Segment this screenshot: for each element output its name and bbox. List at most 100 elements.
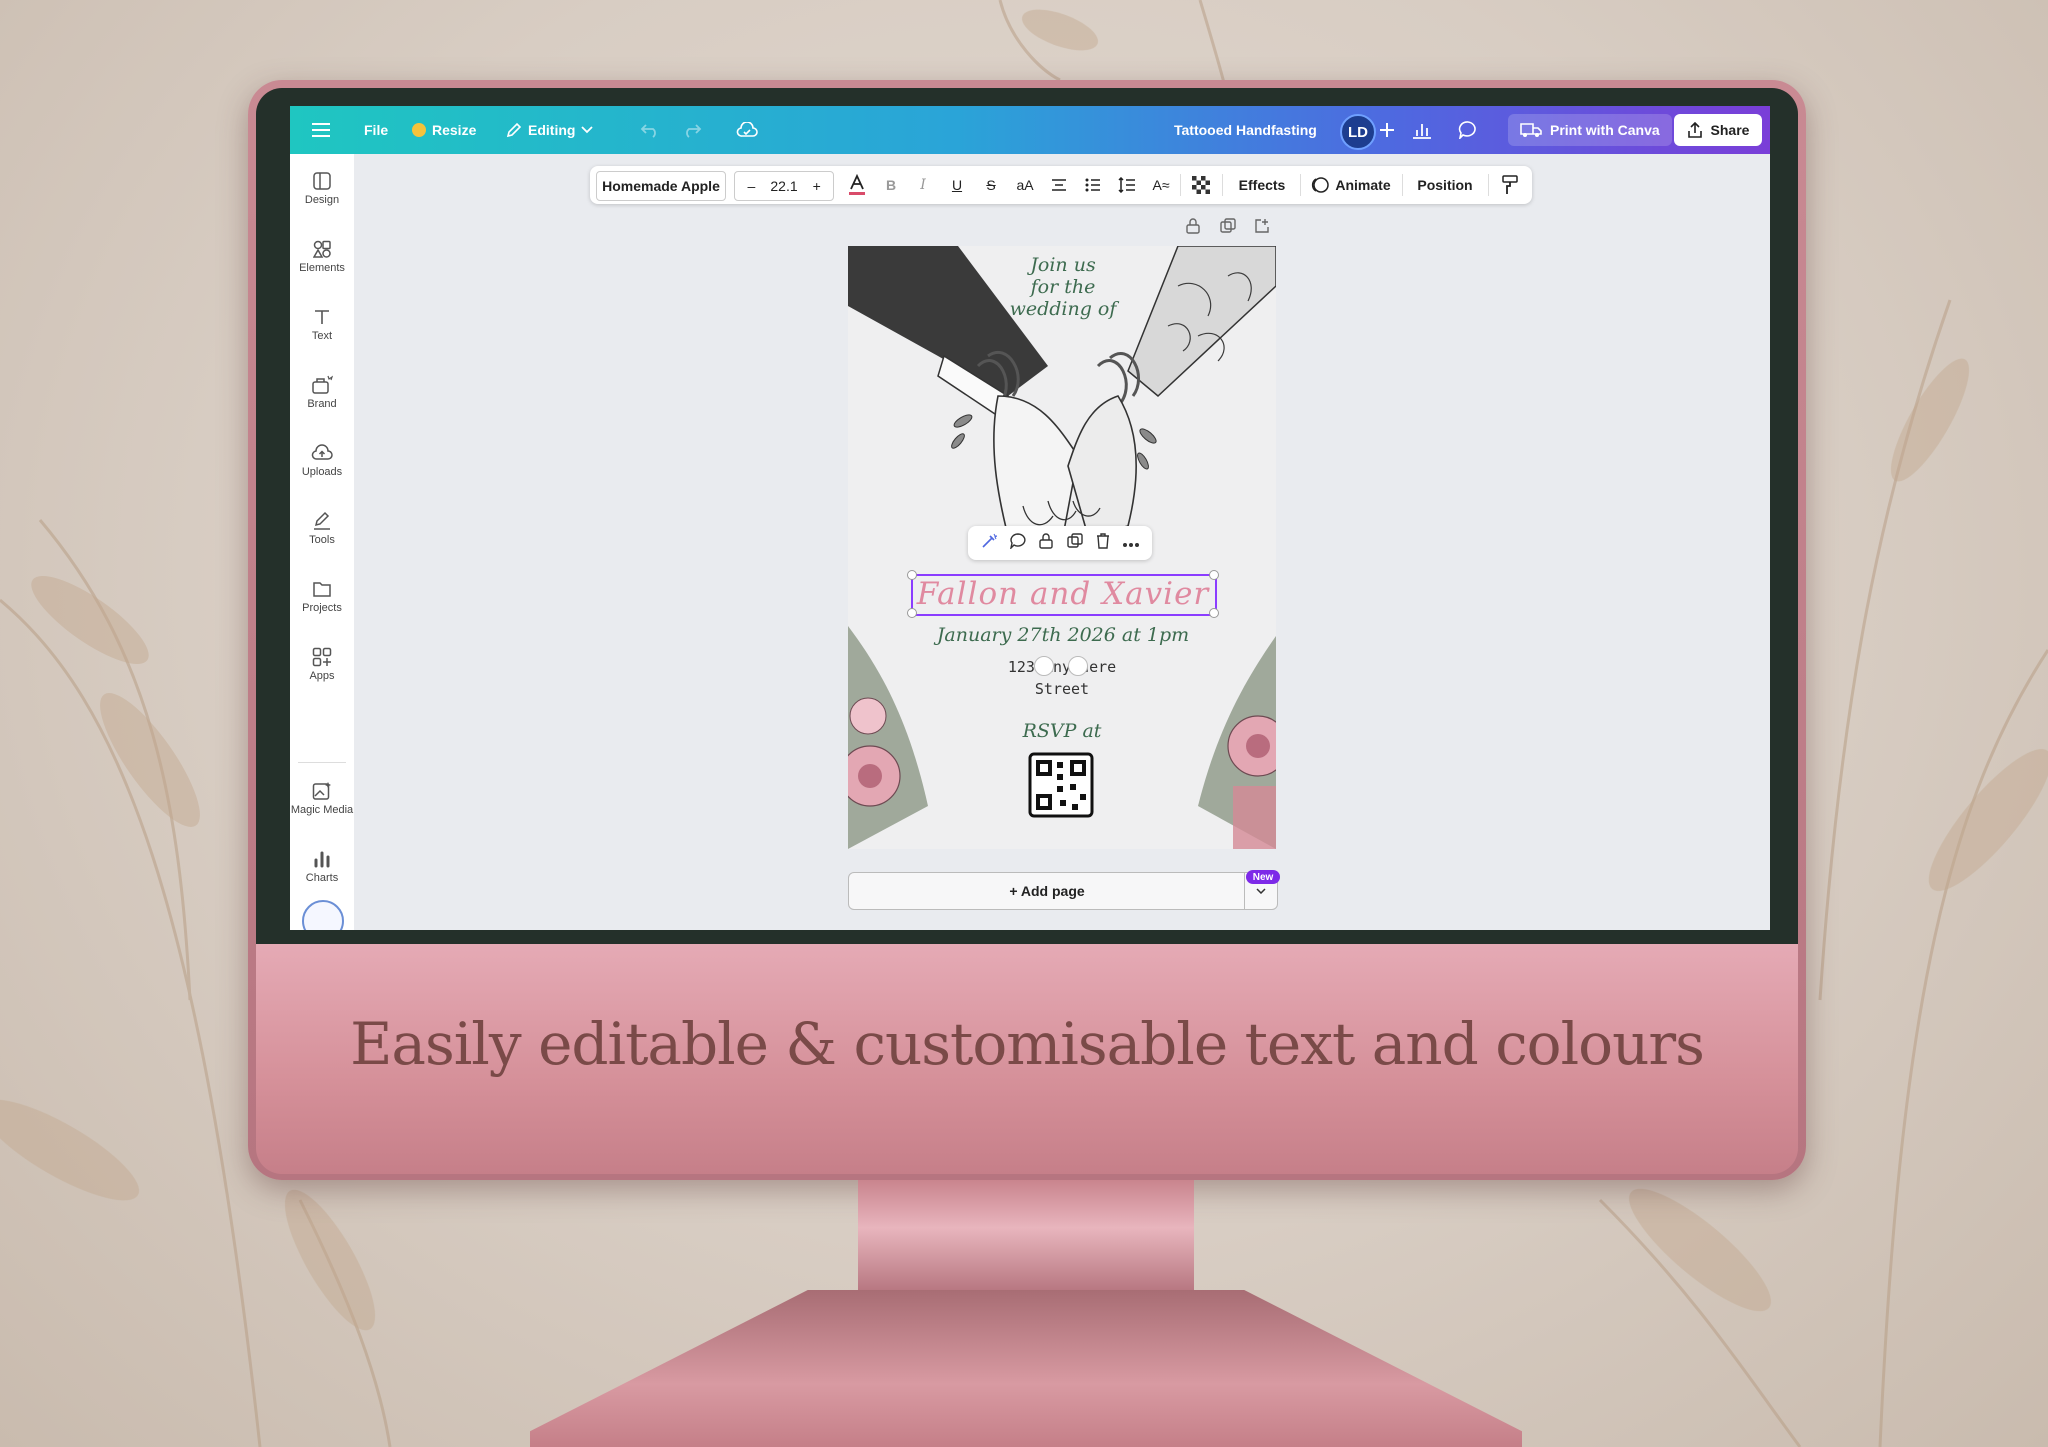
animate-button[interactable]: Animate: [1306, 166, 1396, 204]
bold-button[interactable]: B: [876, 166, 906, 204]
lock-element-button[interactable]: [1039, 532, 1054, 554]
lock-icon: [1039, 532, 1054, 549]
resize-handle[interactable]: [1209, 608, 1219, 618]
bar-chart-icon: [314, 851, 330, 868]
sidebar-item-apps[interactable]: Apps: [290, 644, 354, 682]
toolbar-divider: [1402, 174, 1403, 196]
intro-line-3: wedding of: [1009, 298, 1117, 320]
left-sidebar: Design Elements Text Brand Uploads Tools…: [290, 154, 354, 930]
lock-icon: [1186, 218, 1200, 234]
font-size-increase-button[interactable]: +: [800, 178, 833, 194]
rsvp-text[interactable]: RSVP at: [968, 720, 1156, 742]
share-label: Share: [1710, 122, 1750, 138]
italic-icon: I: [920, 177, 926, 193]
duplicate-page-button[interactable]: [1220, 218, 1236, 237]
add-page-above-button[interactable]: [1254, 218, 1270, 237]
text-format-toolbar: Homemade Apple – 22.1 + B I U S aA A≈ Ef…: [590, 166, 1532, 204]
copy-style-button[interactable]: [1494, 166, 1526, 204]
font-size-decrease-button[interactable]: –: [735, 178, 768, 194]
user-avatar[interactable]: LD: [1340, 114, 1376, 150]
pencil-icon: [506, 122, 522, 138]
add-page-icon: [1255, 219, 1269, 233]
sidebar-item-uploads[interactable]: Uploads: [290, 440, 354, 478]
sidebar-divider: [298, 762, 346, 763]
duplicate-icon: [1220, 218, 1236, 233]
toolbar-divider: [1488, 174, 1489, 196]
sidebar-item-label: Text: [311, 330, 333, 342]
sidebar-item-design[interactable]: Design: [290, 168, 354, 206]
comment-plus-icon: [1009, 532, 1026, 550]
folder-icon: [313, 582, 331, 597]
sidebar-item-tools[interactable]: Tools: [290, 508, 354, 546]
monitor-neck: [858, 1180, 1194, 1300]
print-with-canva-button[interactable]: Print with Canva: [1508, 114, 1672, 146]
redo-button[interactable]: [682, 106, 702, 154]
underline-button[interactable]: U: [942, 166, 972, 204]
italic-button[interactable]: I: [908, 166, 938, 204]
list-button[interactable]: [1078, 166, 1108, 204]
print-label: Print with Canva: [1550, 122, 1660, 138]
redo-icon: [686, 124, 702, 138]
add-page-label: + Add page: [1009, 883, 1085, 899]
invite-plus-button[interactable]: [1380, 106, 1394, 154]
sidebar-item-charts[interactable]: Charts: [290, 846, 354, 884]
upload-share-icon: [1687, 122, 1702, 138]
checkerboard-icon: [1192, 176, 1210, 194]
date-text[interactable]: January 27th 2026 at 1pm: [888, 624, 1238, 646]
sidebar-item-label: Apps: [309, 670, 335, 682]
spacing-button[interactable]: [1112, 166, 1142, 204]
position-button[interactable]: Position: [1408, 166, 1482, 204]
duplicate-icon: [1066, 532, 1083, 548]
move-handle[interactable]: [1068, 656, 1088, 676]
text-align-button[interactable]: [1044, 166, 1074, 204]
document-title[interactable]: Tattooed Handfasting: [1174, 106, 1317, 154]
bar-chart-icon: [1413, 124, 1431, 139]
plus-icon: [1380, 123, 1394, 137]
effects-button[interactable]: Effects: [1230, 166, 1294, 204]
text-style-button[interactable]: A≈: [1146, 166, 1176, 204]
resize-handle[interactable]: [1209, 570, 1219, 580]
resize-handle[interactable]: [907, 608, 917, 618]
sidebar-item-label: Tools: [309, 534, 335, 546]
resize-button[interactable]: Resize: [412, 106, 476, 154]
insights-button[interactable]: [1412, 106, 1432, 154]
add-page-button[interactable]: + Add page: [848, 872, 1278, 910]
magic-assistant-button[interactable]: [302, 900, 344, 930]
font-family-select[interactable]: Homemade Apple: [596, 171, 726, 201]
sidebar-item-brand[interactable]: Brand: [290, 372, 354, 410]
editing-mode-dropdown[interactable]: Editing: [506, 106, 594, 154]
element-context-toolbar: [968, 526, 1152, 560]
more-options-button[interactable]: [1123, 534, 1140, 552]
address-text[interactable]: 123 Anywhere Street: [948, 656, 1176, 700]
text-color-button[interactable]: [842, 166, 872, 204]
text-style-icon: A≈: [1152, 177, 1170, 193]
delete-element-button[interactable]: [1096, 532, 1110, 554]
shapes-icon: [313, 240, 331, 258]
sidebar-item-text[interactable]: Text: [290, 304, 354, 342]
font-size-input[interactable]: 22.1: [768, 178, 801, 194]
lock-page-button[interactable]: [1186, 218, 1200, 237]
sidebar-item-magic-media[interactable]: Magic Media: [290, 778, 354, 816]
undo-button[interactable]: [640, 106, 660, 154]
menu-button[interactable]: [312, 106, 330, 154]
comments-button[interactable]: [1458, 106, 1478, 154]
rotate-handle[interactable]: [1034, 656, 1054, 676]
transparency-button[interactable]: [1186, 166, 1216, 204]
letter-case-icon: aA: [1016, 177, 1034, 193]
duplicate-element-button[interactable]: [1066, 532, 1083, 554]
strikethrough-button[interactable]: S: [976, 166, 1006, 204]
intro-text[interactable]: Join us for the wedding of: [988, 254, 1138, 320]
letter-case-button[interactable]: aA: [1010, 166, 1040, 204]
magic-edit-button[interactable]: [981, 533, 997, 554]
cloud-save-status[interactable]: [736, 106, 758, 154]
file-menu[interactable]: File: [364, 106, 388, 154]
resize-handle[interactable]: [907, 570, 917, 580]
comment-button[interactable]: [1009, 532, 1026, 554]
share-button[interactable]: Share: [1674, 114, 1762, 146]
chevron-down-icon: [1256, 888, 1266, 894]
text-color-icon: [849, 174, 865, 195]
sidebar-item-elements[interactable]: Elements: [290, 236, 354, 274]
paint-roller-icon: [1502, 175, 1518, 194]
sidebar-item-projects[interactable]: Projects: [290, 576, 354, 614]
sidebar-item-label: Projects: [302, 602, 342, 614]
